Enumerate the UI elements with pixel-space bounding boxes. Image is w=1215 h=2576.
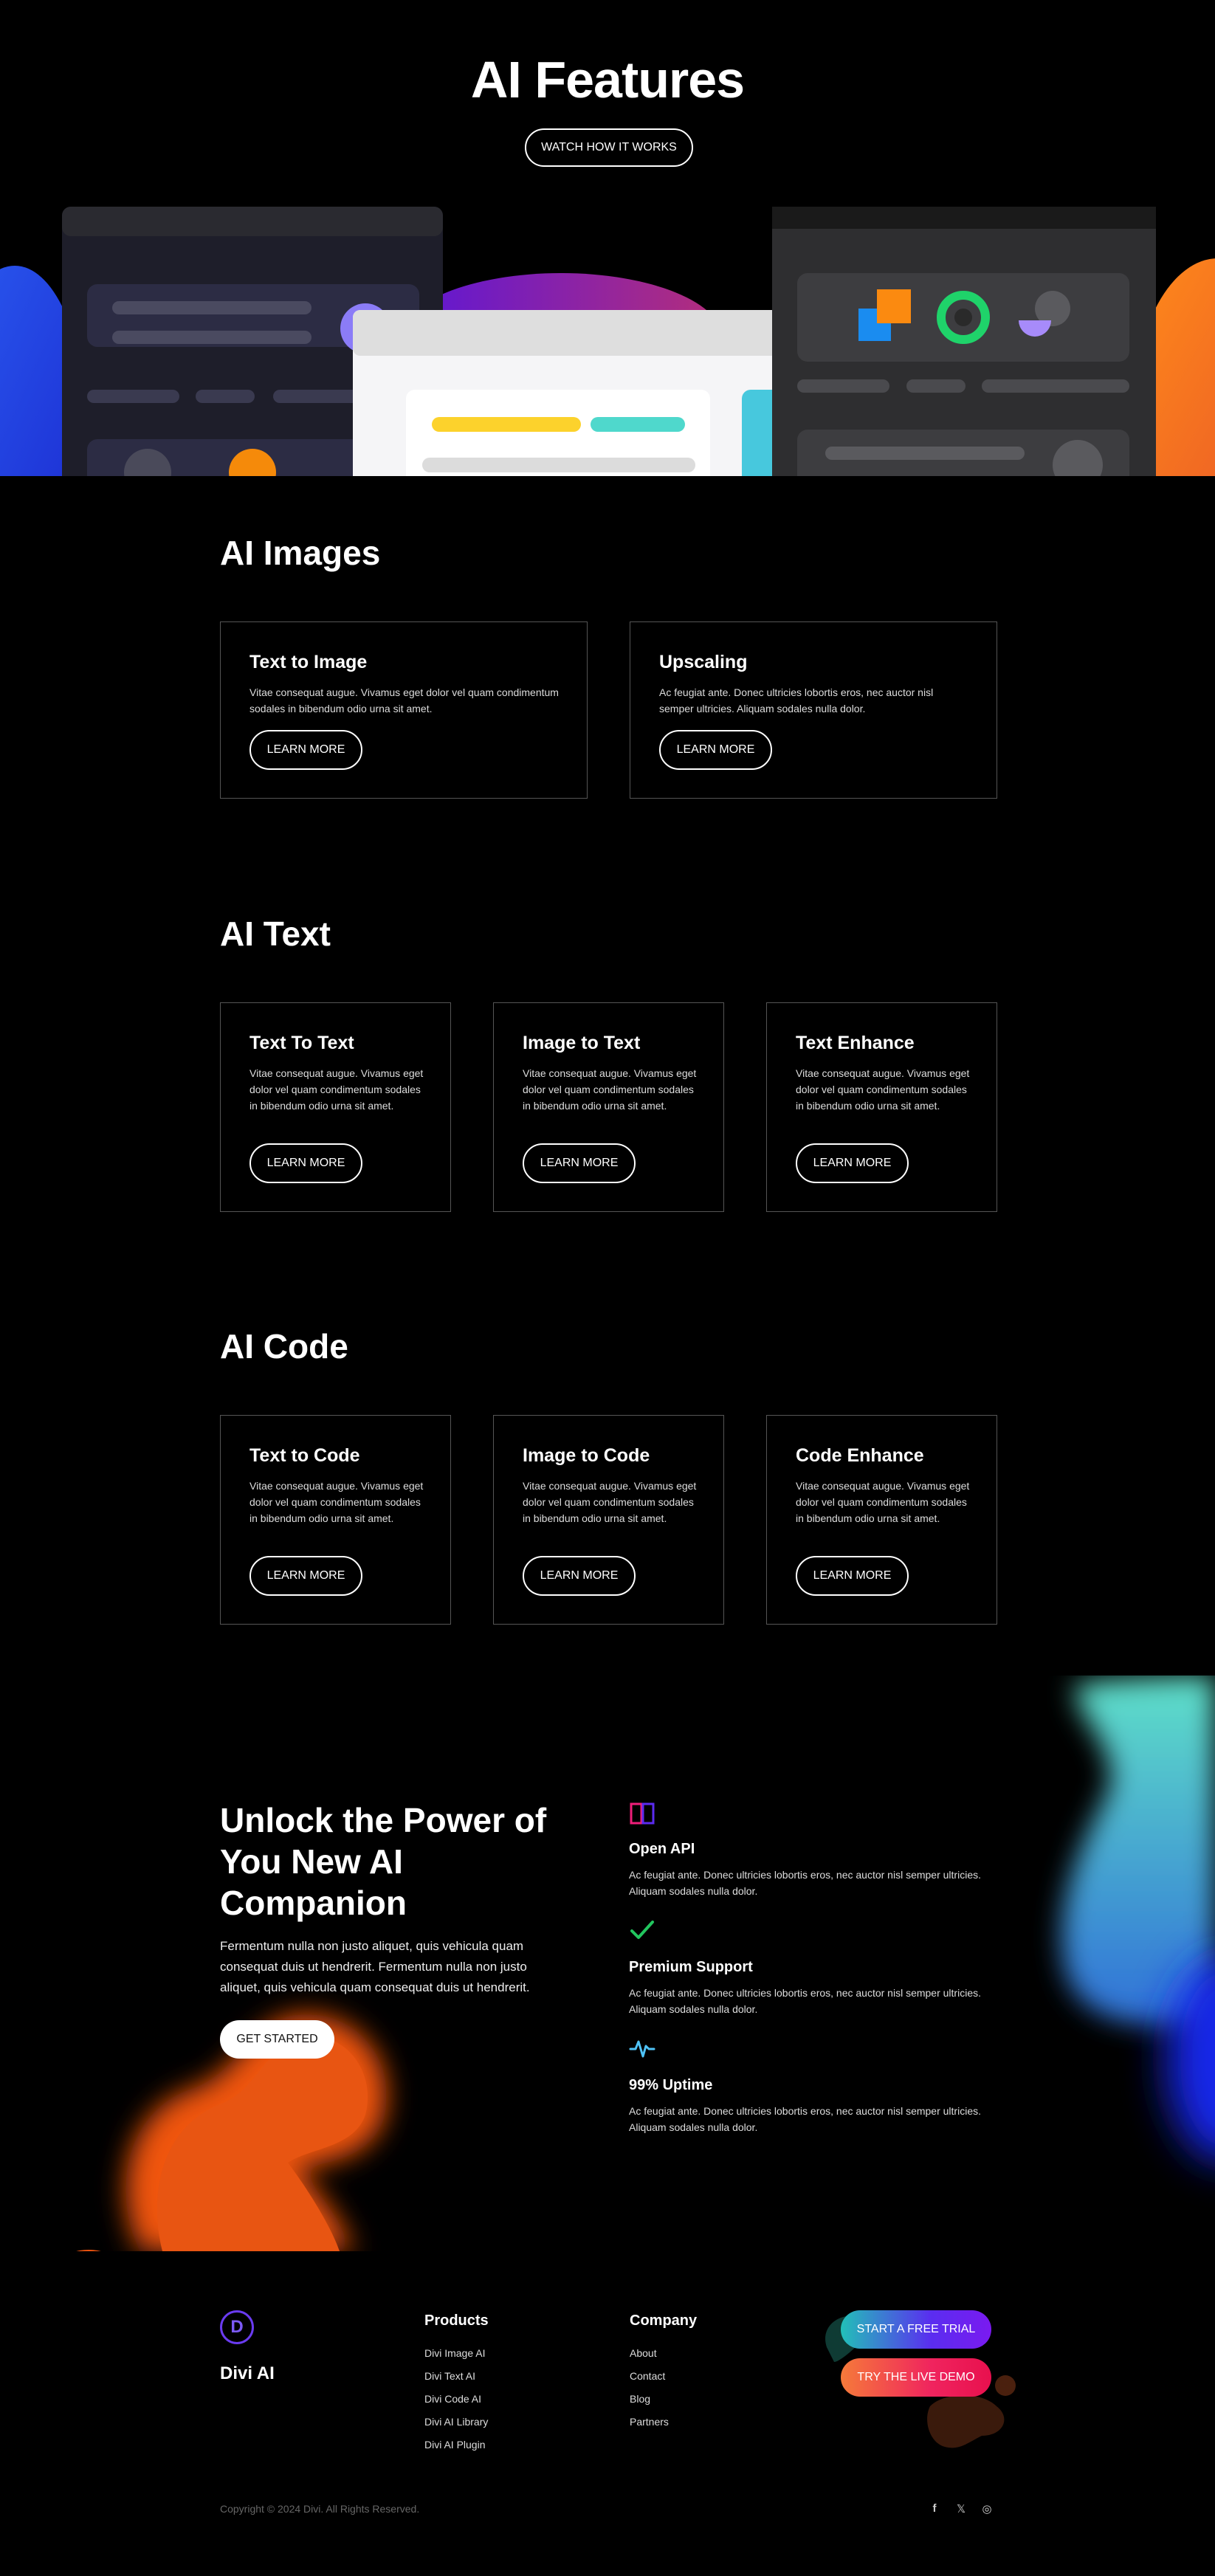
card-title: Text Enhance	[796, 1033, 915, 1053]
footer-link-divi-text-ai[interactable]: Divi Text AI	[424, 2370, 475, 2382]
card-image-to-code: Image to Code Vitae consequat augue. Viv…	[493, 1415, 724, 1625]
check-icon	[629, 1917, 655, 1943]
card-text: Vitae consequat augue. Vivamus eget dolo…	[249, 1480, 424, 1524]
feature-title: Open API	[629, 1841, 695, 1857]
learn-more-button[interactable]: LEARN MORE	[796, 1556, 909, 1596]
card-text-to-image: Text to Image Vitae consequat augue. Viv…	[220, 621, 588, 799]
footer-link-blog[interactable]: Blog	[630, 2393, 650, 2405]
footer-link-partners[interactable]: Partners	[630, 2416, 669, 2428]
card-title: Image to Code	[523, 1445, 650, 1466]
card-text: Vitae consequat augue. Vivamus eget dolo…	[249, 1067, 424, 1112]
unlock-background-blobs	[76, 1676, 1215, 2251]
footer-link-divi-ai-library[interactable]: Divi AI Library	[424, 2416, 488, 2428]
page-title: AI Features	[470, 51, 745, 109]
card-title: Code Enhance	[796, 1445, 924, 1466]
section-title-ai-code: AI Code	[220, 1327, 348, 1366]
unlock-title: Unlock the Power of You New AI Companion	[220, 1801, 547, 1922]
start-free-trial-button[interactable]: START A FREE TRIAL	[841, 2310, 991, 2349]
section-title-ai-text: AI Text	[220, 915, 331, 953]
learn-more-button[interactable]: LEARN MORE	[249, 1143, 362, 1183]
card-text-to-text: Text To Text Vitae consequat augue. Viva…	[220, 1002, 451, 1212]
footer-products-heading: Products	[424, 2312, 489, 2329]
x-twitter-icon[interactable]: 𝕏	[954, 2502, 968, 2515]
feature-text: Ac feugiat ante. Donec ultricies loborti…	[629, 1987, 981, 2015]
book-icon	[629, 1800, 655, 1827]
learn-more-button[interactable]: LEARN MORE	[249, 730, 362, 770]
card-code-enhance: Code Enhance Vitae consequat augue. Viva…	[766, 1415, 997, 1625]
footer-decorative-blobs	[825, 2310, 1016, 2448]
feature-text: Ac feugiat ante. Donec ultricies loborti…	[629, 2105, 981, 2133]
footer-link-divi-code-ai[interactable]: Divi Code AI	[424, 2393, 481, 2405]
get-started-button[interactable]: GET STARTED	[220, 2020, 334, 2059]
card-text: Ac feugiat ante. Donec ultricies loborti…	[659, 686, 934, 714]
learn-more-button[interactable]: LEARN MORE	[659, 730, 772, 770]
card-text: Vitae consequat augue. Vivamus eget dolo…	[796, 1067, 970, 1112]
instagram-icon[interactable]: ◎	[980, 2502, 994, 2515]
footer-link-contact[interactable]: Contact	[630, 2370, 665, 2382]
card-title: Upscaling	[659, 652, 748, 672]
card-text-to-code: Text to Code Vitae consequat augue. Viva…	[220, 1415, 451, 1625]
watch-how-it-works-button[interactable]: WATCH HOW IT WORKS	[525, 128, 693, 167]
footer-company-heading: Company	[630, 2312, 698, 2329]
section-title-ai-images: AI Images	[220, 534, 381, 572]
learn-more-button[interactable]: LEARN MORE	[796, 1143, 909, 1183]
hero-illustration	[0, 199, 1215, 476]
card-image-to-text: Image to Text Vitae consequat augue. Viv…	[493, 1002, 724, 1212]
footer-link-about[interactable]: About	[630, 2347, 657, 2359]
divi-logo-icon[interactable]: D	[220, 2310, 254, 2344]
card-text: Vitae consequat augue. Vivamus eget dolo…	[796, 1480, 970, 1524]
feature-title: Premium Support	[629, 1959, 753, 1975]
feature-title: 99% Uptime	[629, 2077, 713, 2093]
footer-link-divi-image-ai[interactable]: Divi Image AI	[424, 2347, 485, 2359]
facebook-icon[interactable]: f	[928, 2502, 941, 2515]
card-text: Vitae consequat augue. Vivamus eget dolo…	[249, 686, 559, 714]
learn-more-button[interactable]: LEARN MORE	[523, 1143, 636, 1183]
copyright-text: Copyright © 2024 Divi. All Rights Reserv…	[220, 2503, 420, 2515]
pulse-icon	[629, 2036, 655, 2062]
card-title: Text to Code	[249, 1445, 360, 1466]
card-upscaling: Upscaling Ac feugiat ante. Donec ultrici…	[630, 621, 997, 799]
card-title: Text to Image	[249, 652, 368, 672]
card-text-enhance: Text Enhance Vitae consequat augue. Viva…	[766, 1002, 997, 1212]
learn-more-button[interactable]: LEARN MORE	[523, 1556, 636, 1596]
unlock-description: Fermentum nulla non justo aliquet, quis …	[220, 1939, 530, 1994]
feature-text: Ac feugiat ante. Donec ultricies loborti…	[629, 1869, 981, 1897]
hero-mockups-graphic	[0, 207, 1215, 476]
footer-link-divi-ai-plugin[interactable]: Divi AI Plugin	[424, 2439, 485, 2451]
card-title: Text To Text	[249, 1033, 354, 1053]
learn-more-button[interactable]: LEARN MORE	[249, 1556, 362, 1596]
card-text: Vitae consequat augue. Vivamus eget dolo…	[523, 1480, 697, 1524]
try-live-demo-button[interactable]: TRY THE LIVE DEMO	[841, 2358, 991, 2397]
footer-brand: Divi AI	[220, 2363, 275, 2383]
card-title: Image to Text	[523, 1033, 641, 1053]
card-text: Vitae consequat augue. Vivamus eget dolo…	[523, 1067, 697, 1112]
